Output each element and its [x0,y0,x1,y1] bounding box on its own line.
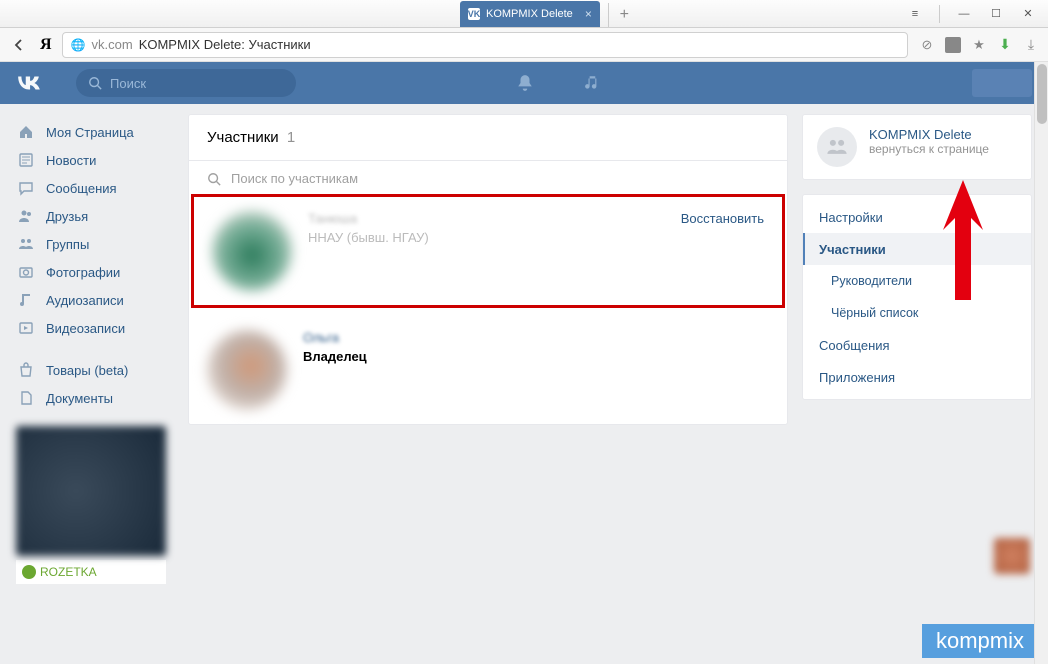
nav-label: Друзья [46,209,88,224]
tab-title: KOMPMIX Delete [486,8,573,20]
group-name: KOMPMIX Delete [869,127,989,142]
music-icon[interactable] [584,74,602,92]
chat-icon [16,178,36,198]
lock-icon[interactable] [944,36,962,54]
member-row: Ольга Владелец [189,316,787,424]
nav-audio[interactable]: Аудиозаписи [10,286,174,314]
nav-friends[interactable]: Друзья [10,202,174,230]
nav-photos[interactable]: Фотографии [10,258,174,286]
browser-tab-strip: VK KOMPMIX Delete × + ≡ — ☐ ✕ [0,0,1048,28]
content: Участники 1 Поиск по участникам Танюша Н… [188,114,788,584]
menu-settings[interactable]: Настройки [803,201,1031,233]
nav-shop[interactable]: Товары (beta) [10,356,174,384]
friends-icon [16,206,36,226]
menu-apps[interactable]: Приложения [803,361,1031,393]
menu-managers[interactable]: Руководители [803,265,1031,297]
corner-thumbnail [994,538,1030,574]
download-icon[interactable]: ⤓ [1022,36,1040,54]
right-column: KOMPMIX Delete вернуться к странице Наст… [802,114,1032,584]
nav-label: Сообщения [46,181,117,196]
nav-news[interactable]: Новости [10,146,174,174]
members-search[interactable]: Поиск по участникам [189,160,787,196]
avatar[interactable] [212,211,292,291]
vk-header: Поиск [0,62,1048,104]
nav-video[interactable]: Видеозаписи [10,314,174,342]
vk-profile-button[interactable] [972,69,1032,97]
audio-icon [16,290,36,310]
nav-messages[interactable]: Сообщения [10,174,174,202]
shop-icon [16,360,36,380]
search-placeholder: Поиск по участникам [231,171,358,186]
nav-my-page[interactable]: Моя Страница [10,118,174,146]
member-name[interactable]: Ольга [303,330,367,345]
reader-icon[interactable]: ⊘ [918,36,936,54]
close-tab-icon[interactable]: × [585,7,592,21]
docs-icon [16,388,36,408]
scroll-thumb[interactable] [1037,64,1047,124]
back-button[interactable] [8,34,30,56]
globe-icon: 🌐 [71,38,86,52]
vk-search-placeholder: Поиск [110,76,146,91]
url-input[interactable]: 🌐 vk.com KOMPMIX Delete: Участники [62,32,908,58]
nav-groups[interactable]: Группы [10,230,174,258]
member-role: Владелец [303,349,367,364]
ad-label[interactable]: ROZETKA [16,560,166,584]
address-bar: Я 🌐 vk.com KOMPMIX Delete: Участники ⊘ ★… [0,28,1048,62]
home-icon [16,122,36,142]
minimize-window-icon[interactable]: — [952,4,976,24]
members-title: Участники 1 [189,115,787,160]
group-avatar-icon [817,127,857,167]
new-tab-button[interactable]: + [608,3,632,27]
tab-favicon: VK [468,8,480,20]
search-icon [207,172,221,186]
nav-label: Видеозаписи [46,321,125,336]
photo-icon [16,262,36,282]
member-row-deleted: Танюша ННАУ (бывш. НГАУ) Восстановить [194,197,782,305]
group-card[interactable]: KOMPMIX Delete вернуться к странице [802,114,1032,180]
ad-logo-icon [22,565,36,579]
menu-blacklist[interactable]: Чёрный список [803,297,1031,329]
close-window-icon[interactable]: ✕ [1016,4,1040,24]
nav-label: Группы [46,237,89,252]
nav-label: Фотографии [46,265,120,280]
nav-label: Новости [46,153,96,168]
vk-logo[interactable] [16,70,56,96]
vertical-scrollbar[interactable] [1034,62,1048,664]
browser-tab-active[interactable]: VK KOMPMIX Delete × [460,1,600,27]
menu-messages[interactable]: Сообщения [803,329,1031,361]
nav-docs[interactable]: Документы [10,384,174,412]
watermark: kompmix [922,624,1038,658]
group-menu: Настройки Участники Руководители Чёрный … [802,194,1032,400]
group-return-link[interactable]: вернуться к странице [869,142,989,156]
url-domain: vk.com [92,37,133,52]
window-settings-icon[interactable]: ≡ [903,4,927,24]
url-path: KOMPMIX Delete: Участники [139,37,311,52]
vk-search[interactable]: Поиск [76,69,296,97]
member-subtitle: ННАУ (бывш. НГАУ) [308,230,429,245]
notifications-icon[interactable] [516,74,534,92]
leftnav: Моя Страница Новости Сообщения Друзья Гр… [10,114,174,584]
maximize-window-icon[interactable]: ☐ [984,4,1008,24]
menu-members[interactable]: Участники [803,233,1031,265]
restore-button[interactable]: Восстановить [681,211,764,226]
nav-label: Товары (beta) [46,363,128,378]
nav-label: Документы [46,391,113,406]
avatar[interactable] [207,330,287,410]
nav-label: Моя Страница [46,125,134,140]
ad-image[interactable] [16,426,166,556]
member-name[interactable]: Танюша [308,211,429,226]
search-icon [88,76,102,90]
groups-icon [16,234,36,254]
yandex-logo[interactable]: Я [40,36,52,54]
nav-label: Аудиозаписи [46,293,124,308]
bookmark-icon[interactable]: ★ [970,36,988,54]
news-icon [16,150,36,170]
video-icon [16,318,36,338]
members-count: 1 [287,129,295,146]
download-manager-icon[interactable]: ⬇ [996,36,1014,54]
